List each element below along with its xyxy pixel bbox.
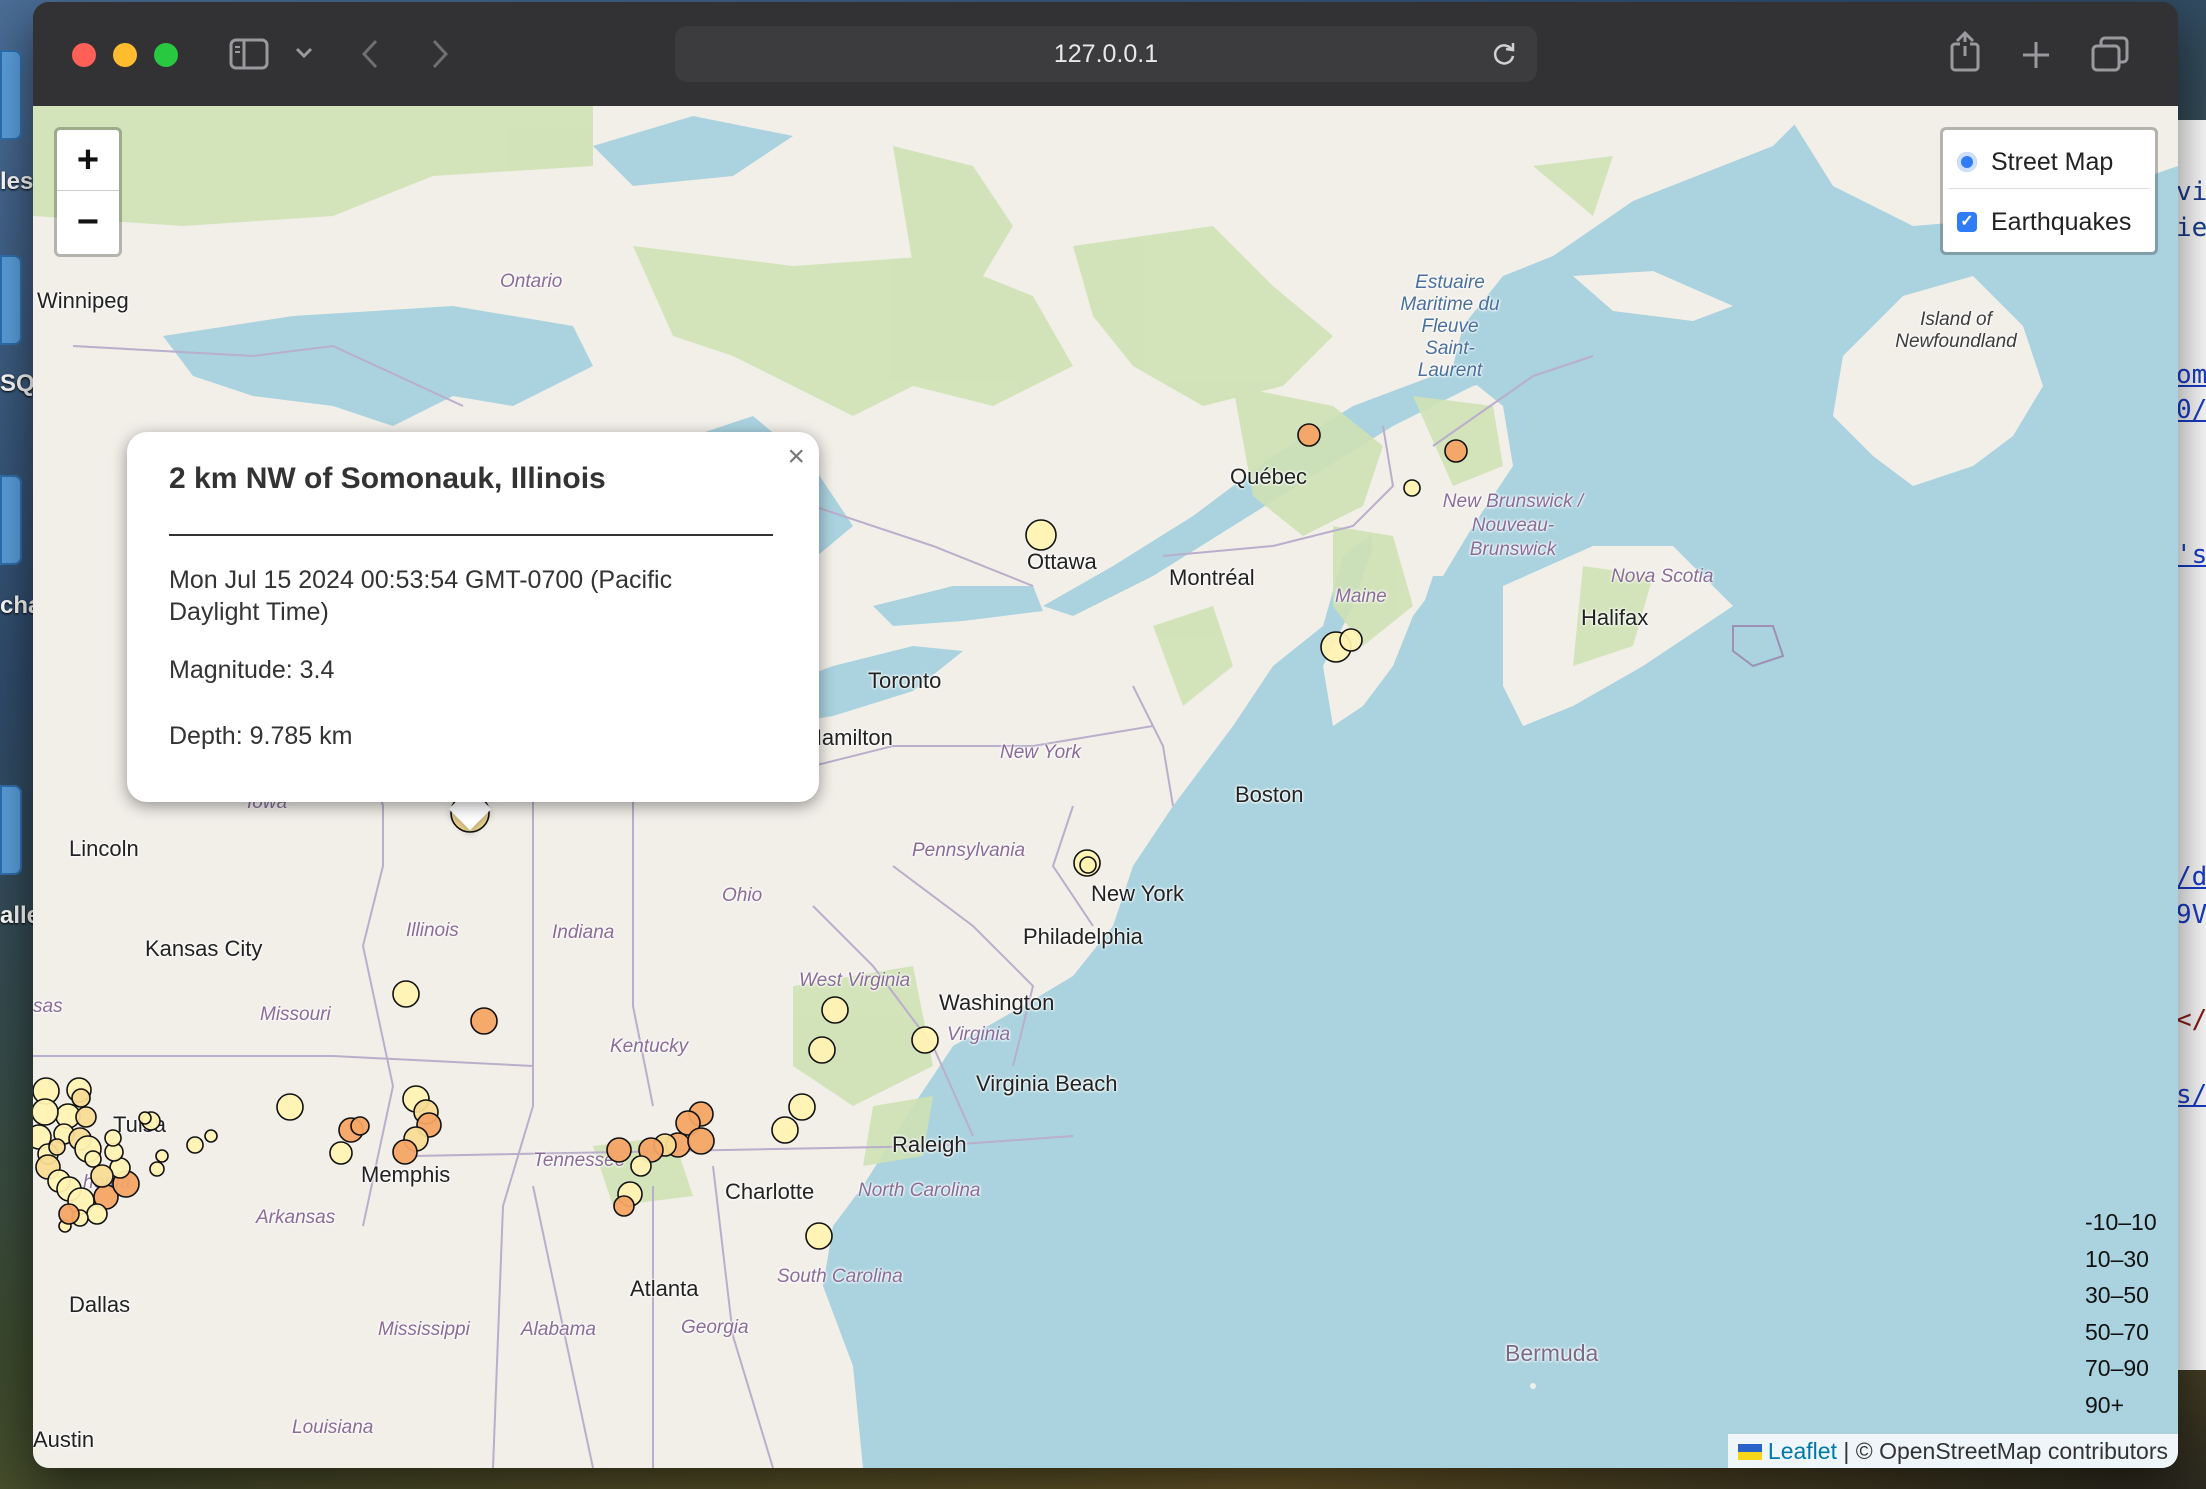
earthquake-marker[interactable] — [1339, 628, 1363, 652]
earthquake-marker[interactable] — [86, 1203, 108, 1225]
earthquake-marker[interactable] — [276, 1093, 304, 1121]
earthquake-marker[interactable] — [104, 1129, 122, 1147]
code-fragment: 'st — [2176, 540, 2206, 570]
layer-control: Street Map ✓ Earthquakes — [1940, 127, 2158, 255]
popup-title: 2 km NW of Somonauk, Illinois — [169, 462, 606, 495]
layer-option-earthquakes[interactable]: ✓ Earthquakes — [1957, 202, 2131, 242]
maximize-window-button[interactable] — [154, 43, 178, 67]
legend-item: 70–90 — [2085, 1355, 2149, 1381]
checkbox-checked-icon[interactable]: ✓ — [1957, 212, 1977, 232]
earthquake-marker[interactable] — [204, 1129, 218, 1143]
code-fragment: /di — [2176, 862, 2206, 892]
divider — [1949, 188, 2149, 189]
earthquake-marker[interactable] — [138, 1111, 152, 1125]
desktop-item-icon[interactable] — [0, 785, 22, 875]
earthquake-marker[interactable] — [911, 1026, 939, 1054]
desktop-item-icon[interactable] — [0, 50, 22, 140]
layer-label: Earthquakes — [1991, 207, 2132, 236]
desktop-item-icon[interactable] — [0, 255, 22, 345]
forward-arrow-icon[interactable] — [429, 38, 451, 70]
popup-magnitude: Magnitude: 3.4 — [169, 656, 335, 684]
popup-time: Mon Jul 15 2024 00:53:54 GMT-0700 (Pacif… — [169, 566, 673, 626]
earthquake-marker[interactable] — [392, 1139, 418, 1165]
earthquake-marker[interactable] — [48, 1138, 66, 1156]
earthquake-marker[interactable] — [1403, 479, 1421, 497]
minimize-window-button[interactable] — [113, 43, 137, 67]
earthquake-marker[interactable] — [155, 1149, 169, 1163]
desktop-item-label: les — [0, 168, 34, 195]
earthquake-marker[interactable] — [1079, 856, 1097, 874]
popup-close-button[interactable]: × — [787, 440, 805, 474]
zoom-control: + − — [54, 127, 122, 257]
desktop-item-icon[interactable] — [0, 475, 22, 565]
browser-toolbar: 127.0.0.1 — [33, 2, 2178, 106]
legend-item: 30–50 — [2085, 1282, 2149, 1308]
chevron-down-icon[interactable] — [295, 46, 313, 60]
earthquake-marker[interactable] — [350, 1116, 370, 1136]
tab-overview-icon[interactable] — [2091, 36, 2129, 72]
legend-item: 10–30 — [2085, 1245, 2149, 1272]
divider — [169, 534, 773, 536]
leaflet-link[interactable]: Leaflet — [1768, 1438, 1837, 1464]
layer-label: Street Map — [1991, 147, 2114, 176]
earthquake-marker[interactable] — [808, 1036, 836, 1064]
legend-item: -10–10 — [2085, 1209, 2157, 1235]
earthquake-marker[interactable] — [329, 1141, 353, 1165]
zoom-in-button[interactable]: + — [57, 130, 119, 191]
earthquake-marker[interactable] — [84, 1150, 102, 1168]
address-bar[interactable]: 127.0.0.1 — [675, 26, 1537, 82]
code-fragment: ie= — [2176, 213, 2206, 243]
earthquake-marker[interactable] — [1297, 423, 1321, 447]
earthquake-marker[interactable] — [606, 1137, 632, 1163]
back-arrow-icon[interactable] — [359, 38, 381, 70]
ukraine-flag-icon — [1737, 1444, 1762, 1460]
code-fragment: s/1 — [2176, 1080, 2206, 1110]
earthquake-marker[interactable] — [1444, 439, 1468, 463]
close-window-button[interactable] — [72, 43, 96, 67]
earthquake-popup: × 2 km NW of Somonauk, Illinois Mon Jul … — [127, 432, 819, 802]
earthquake-marker[interactable] — [75, 1106, 97, 1128]
layer-option-street-map[interactable]: Street Map — [1957, 142, 2113, 182]
earthquake-marker[interactable] — [392, 980, 420, 1008]
code-fragment: 0/n — [2176, 395, 2206, 425]
depth-legend: -10–10 10–30 30–50 50–70 70–90 90+ — [2085, 1204, 2175, 1423]
share-icon[interactable] — [1948, 30, 1982, 72]
earthquake-marker[interactable] — [149, 1161, 165, 1177]
address-bar-url: 127.0.0.1 — [1053, 40, 1159, 68]
earthquake-marker[interactable] — [1025, 519, 1057, 551]
popup-depth: Depth: 9.785 km — [169, 722, 353, 750]
earthquake-marker[interactable] — [788, 1093, 816, 1121]
earthquake-marker[interactable] — [613, 1195, 635, 1217]
earthquake-marker[interactable] — [33, 1098, 59, 1126]
leaflet-map[interactable]: Winnipeg Ontario Québec Ottawa Montréal … — [33, 106, 2178, 1468]
code-fragment: </s — [2176, 1005, 2206, 1035]
new-tab-icon[interactable] — [2021, 40, 2051, 70]
osm-attribution: © OpenStreetMap contributors — [1855, 1438, 2168, 1464]
earthquake-marker[interactable] — [687, 1127, 715, 1155]
code-fragment: 9VN — [2176, 900, 2206, 930]
sidebar-toggle-icon[interactable] — [229, 38, 269, 70]
earthquake-marker[interactable] — [630, 1155, 652, 1177]
earthquake-marker[interactable] — [90, 1164, 114, 1188]
earthquake-marker[interactable] — [470, 1007, 498, 1035]
code-fragment: om/ — [2176, 360, 2206, 390]
desktop-item-label: SQ — [0, 370, 35, 397]
earthquake-marker[interactable] — [58, 1203, 80, 1225]
earthquake-marker[interactable] — [771, 1116, 799, 1144]
browser-window: 127.0.0.1 Winnipeg Ontario Québec Ottawa… — [33, 2, 2178, 1468]
earthquake-marker[interactable] — [71, 1088, 91, 1108]
reload-icon[interactable] — [1491, 41, 1517, 67]
map-attribution: Leaflet | © OpenStreetMap contributors — [1727, 1434, 2178, 1468]
attribution-separator: | — [1836, 1438, 1856, 1464]
radio-selected-icon[interactable] — [1957, 152, 1977, 172]
earthquake-marker[interactable] — [186, 1136, 204, 1154]
legend-item: 90+ — [2085, 1391, 2125, 1418]
earthquake-marker[interactable] — [821, 996, 849, 1024]
earthquake-marker[interactable] — [805, 1222, 833, 1250]
zoom-out-button[interactable]: − — [57, 192, 119, 252]
legend-item: 50–70 — [2085, 1318, 2149, 1345]
code-fragment: vid — [2176, 177, 2206, 207]
